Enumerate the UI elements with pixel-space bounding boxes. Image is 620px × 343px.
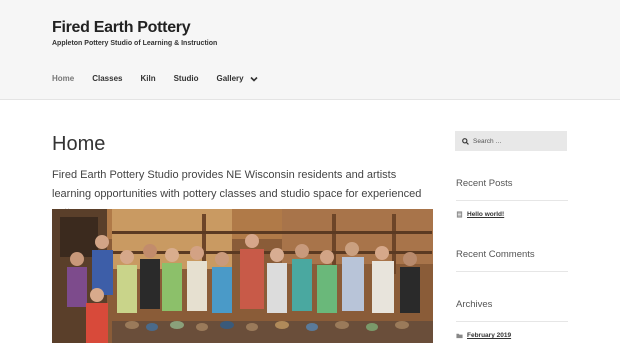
nav-item-studio[interactable]: Studio [174, 74, 199, 83]
nav-item-home[interactable]: Home [52, 74, 74, 83]
nav-item-label: Kiln [140, 74, 156, 83]
chevron-down-icon[interactable] [250, 76, 258, 82]
group-photo [52, 209, 433, 343]
nav-item-label: Home [52, 74, 75, 83]
recent-post-link[interactable]: Hello world! [456, 211, 504, 218]
divider [456, 321, 568, 322]
nav-item-classes[interactable]: Classes [92, 74, 122, 83]
divider [456, 200, 568, 201]
recent-post-label: Hello world! [467, 211, 505, 218]
nav-item-label: Studio [173, 74, 199, 83]
archive-link[interactable]: February 2019 [456, 332, 511, 339]
archives-title: Archives [456, 299, 493, 310]
sidebar-search[interactable] [455, 131, 567, 151]
folder-icon [456, 333, 463, 339]
nav-item-kiln[interactable]: Kiln [140, 74, 155, 83]
site-tagline: Appleton Pottery Studio of Learning & In… [52, 40, 218, 47]
divider [456, 271, 568, 272]
page-title: Home [52, 133, 106, 155]
nav-item-label: Gallery [216, 74, 244, 83]
group-photo-image [52, 209, 433, 343]
nav-item-label: Classes [92, 74, 123, 83]
nav-item-gallery[interactable]: Gallery [216, 74, 258, 83]
recent-comments-title: Recent Comments [456, 249, 535, 260]
site-header: Fired Earth Pottery Appleton Pottery Stu… [0, 0, 620, 100]
archive-label: February 2019 [467, 332, 512, 339]
document-icon [456, 211, 463, 218]
site-title[interactable]: Fired Earth Pottery [52, 19, 191, 37]
recent-posts-title: Recent Posts [456, 178, 513, 189]
search-icon [462, 137, 469, 145]
primary-nav: Home Classes Kiln Studio Gallery [52, 74, 276, 83]
search-input[interactable] [473, 137, 563, 145]
